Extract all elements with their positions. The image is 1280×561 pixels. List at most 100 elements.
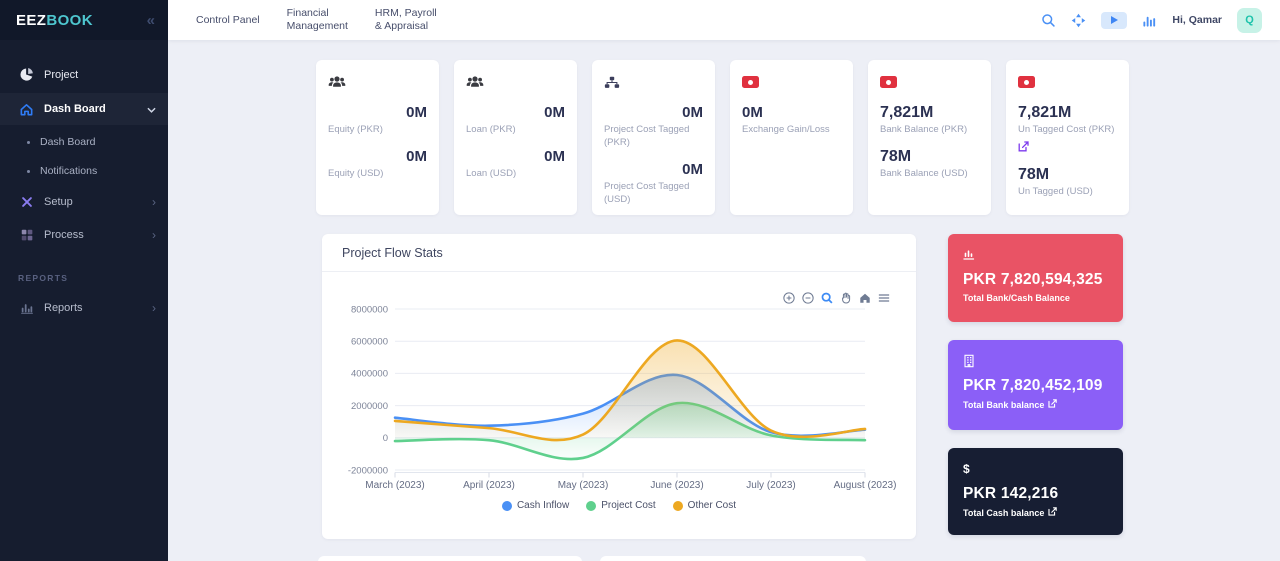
sidebar-subitem-label: Dash Board bbox=[40, 136, 95, 148]
users-icon bbox=[466, 73, 565, 91]
users-icon bbox=[328, 73, 427, 91]
sidebar-item-reports[interactable]: Reports › bbox=[0, 293, 168, 322]
tab-label-line1: HRM, Payroll bbox=[375, 7, 437, 19]
summary-label: Total Bank/Cash Balance bbox=[963, 293, 1108, 303]
tab-hrm-payroll[interactable]: HRM, Payroll& Appraisal bbox=[375, 7, 437, 33]
chart-toolbar bbox=[783, 292, 890, 304]
tab-label: Control Panel bbox=[196, 14, 260, 26]
partial-card bbox=[600, 556, 866, 561]
sitemap-icon bbox=[604, 73, 703, 91]
legend-dot bbox=[502, 501, 512, 511]
play-button[interactable] bbox=[1101, 12, 1127, 29]
project-flow-chart[interactable]: 80000006000000400000020000000-2000000Mar… bbox=[322, 284, 916, 496]
summary-amount: PKR 142,216 bbox=[963, 485, 1108, 503]
stat-card-exchange: 0MExchange Gain/Loss bbox=[730, 60, 853, 215]
stat-label: Bank Balance (PKR) bbox=[880, 123, 979, 136]
sidebar-item-dashboard[interactable]: Dash Board bbox=[0, 93, 168, 125]
total-bank-balance-card[interactable]: PKR 7,820,452,109 Total Bank balance bbox=[948, 340, 1123, 430]
logo-secondary: BOOK bbox=[46, 12, 93, 29]
summary-label: Total Bank balance bbox=[963, 399, 1108, 410]
sidebar-subitem-dashboard[interactable]: Dash Board bbox=[0, 129, 168, 155]
summary-amount: PKR 7,820,594,325 bbox=[963, 271, 1108, 289]
sidebar-item-label: Project bbox=[44, 69, 78, 81]
stat-card-untagged-cost: 7,821M Un Tagged Cost (PKR) 78MUn Tagged… bbox=[1006, 60, 1129, 215]
stat-card-equity: 0MEquity (PKR) 0MEquity (USD) bbox=[316, 60, 439, 215]
svg-text:June (2023): June (2023) bbox=[650, 480, 703, 491]
legend-item-cash-inflow[interactable]: Cash Inflow bbox=[502, 500, 569, 511]
play-icon bbox=[1111, 16, 1118, 24]
stats-bars-icon[interactable] bbox=[1142, 13, 1157, 28]
stat-value: 7,821M bbox=[880, 103, 979, 122]
sidebar: EEZBOOK « Project Dash Board Dash Board … bbox=[0, 0, 168, 561]
bullet-dot-icon bbox=[27, 170, 30, 173]
banknote-icon bbox=[880, 73, 979, 91]
svg-text:July (2023): July (2023) bbox=[746, 480, 795, 491]
total-bank-cash-balance-card[interactable]: PKR 7,820,594,325 Total Bank/Cash Balanc… bbox=[948, 234, 1123, 322]
sidebar-item-setup[interactable]: Setup › bbox=[0, 187, 168, 216]
zoom-in-icon[interactable] bbox=[783, 292, 795, 304]
chevron-right-icon: › bbox=[152, 196, 156, 208]
zoom-out-icon[interactable] bbox=[802, 292, 814, 304]
svg-text:8000000: 8000000 bbox=[351, 304, 388, 315]
chevron-down-icon bbox=[147, 103, 156, 115]
search-icon[interactable] bbox=[1041, 13, 1056, 28]
legend-label: Project Cost bbox=[601, 500, 655, 511]
chevron-right-icon: › bbox=[152, 302, 156, 314]
tab-financial-management[interactable]: FinancialManagement bbox=[287, 7, 348, 33]
chevron-right-icon: › bbox=[152, 229, 156, 241]
svg-text:-2000000: -2000000 bbox=[348, 465, 388, 476]
svg-text:March (2023): March (2023) bbox=[365, 480, 424, 491]
stat-value: 78M bbox=[880, 147, 979, 166]
topbar-actions: Hi, Qamar Q bbox=[1041, 8, 1262, 33]
expand-arrows-icon[interactable] bbox=[1071, 13, 1086, 28]
tab-label-line1: Financial bbox=[287, 7, 329, 19]
legend-dot bbox=[586, 501, 596, 511]
pan-hand-icon[interactable] bbox=[840, 292, 852, 304]
total-cash-balance-card[interactable]: $ PKR 142,216 Total Cash balance bbox=[948, 448, 1123, 535]
dollar-icon: $ bbox=[963, 461, 1108, 476]
edit-icon[interactable] bbox=[1018, 139, 1029, 157]
banknote-icon bbox=[742, 73, 841, 91]
menu-icon[interactable] bbox=[878, 292, 890, 304]
sidebar-item-label: Dash Board bbox=[44, 103, 106, 115]
selection-zoom-icon[interactable] bbox=[821, 292, 833, 304]
sidebar-item-label: Setup bbox=[44, 196, 73, 208]
external-link-icon[interactable] bbox=[1048, 507, 1057, 518]
svg-text:2000000: 2000000 bbox=[351, 401, 388, 412]
stat-value: 0M bbox=[604, 160, 703, 179]
stat-value: 0M bbox=[466, 147, 565, 166]
svg-text:April (2023): April (2023) bbox=[463, 480, 515, 491]
stat-cards-row: 0MEquity (PKR) 0MEquity (USD) 0MLoan (PK… bbox=[316, 60, 1129, 215]
stat-value: 0M bbox=[604, 103, 703, 122]
sidebar-item-label: Process bbox=[44, 229, 84, 241]
legend-dot bbox=[673, 501, 683, 511]
legend-item-other-cost[interactable]: Other Cost bbox=[673, 500, 736, 511]
sidebar-item-project[interactable]: Project bbox=[0, 60, 168, 89]
process-grid-icon bbox=[18, 228, 35, 242]
legend-item-project-cost[interactable]: Project Cost bbox=[586, 500, 655, 511]
logo-bar: EEZBOOK « bbox=[0, 0, 168, 40]
sidebar-collapse-icon[interactable]: « bbox=[147, 12, 155, 29]
tab-control-panel[interactable]: Control Panel bbox=[196, 14, 260, 27]
chart-title: Project Flow Stats bbox=[322, 234, 916, 272]
sidebar-menu: Project Dash Board Dash Board Notificati… bbox=[0, 40, 168, 322]
stat-value: 0M bbox=[328, 103, 427, 122]
sidebar-subitem-notifications[interactable]: Notifications bbox=[0, 158, 168, 184]
stat-value: 78M bbox=[1018, 165, 1117, 184]
sidebar-item-process[interactable]: Process › bbox=[0, 220, 168, 249]
svg-text:May (2023): May (2023) bbox=[558, 480, 609, 491]
tab-label-line2: & Appraisal bbox=[375, 20, 428, 32]
svg-text:4000000: 4000000 bbox=[351, 369, 388, 380]
svg-text:6000000: 6000000 bbox=[351, 337, 388, 348]
legend-label: Cash Inflow bbox=[517, 500, 569, 511]
partial-card bbox=[318, 556, 582, 561]
home-reset-icon[interactable] bbox=[859, 292, 871, 304]
sidebar-subitem-label: Notifications bbox=[40, 165, 97, 177]
banknote-icon bbox=[1018, 73, 1117, 91]
avatar[interactable]: Q bbox=[1237, 8, 1262, 33]
summary-label: Total Cash balance bbox=[963, 507, 1108, 518]
external-link-icon[interactable] bbox=[1048, 399, 1057, 410]
logo-primary: EEZ bbox=[16, 12, 46, 29]
stat-value: 0M bbox=[328, 147, 427, 166]
stat-label: Project Cost Tagged (PKR) bbox=[604, 123, 703, 149]
